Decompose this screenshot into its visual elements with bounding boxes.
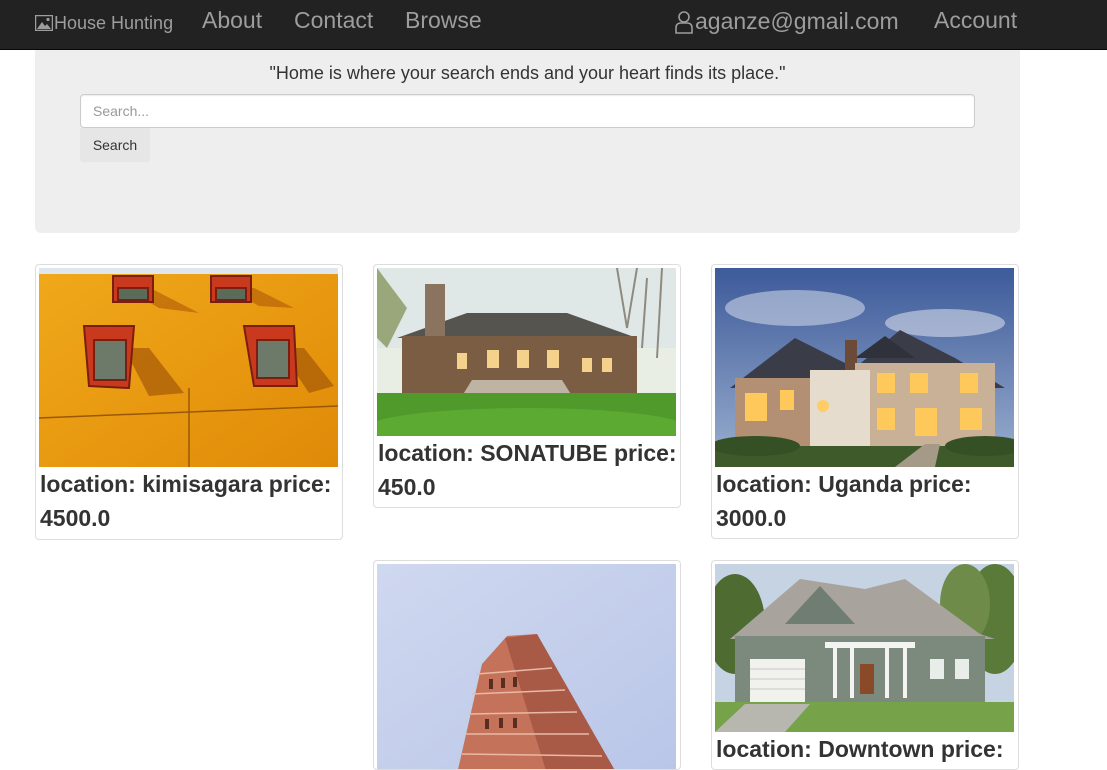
lit-mansion-dusk-photo: [715, 268, 1014, 467]
listing-card[interactable]: location: SONATUBE price: 450.0: [373, 264, 681, 508]
flatiron-building-photo: [377, 564, 676, 769]
listing-card[interactable]: location: Downtown price:: [711, 560, 1019, 770]
search-button[interactable]: Search: [80, 128, 150, 162]
listing-card[interactable]: location: Uganda price: 3000.0: [711, 264, 1019, 539]
listing-caption: location: kimisagara price: 4500.0: [40, 471, 332, 531]
hero-panel: "Home is where your search ends and your…: [35, 50, 1020, 233]
yellow-wall-windows-photo: [39, 268, 338, 467]
listing-caption: location: SONATUBE price: 450.0: [378, 440, 677, 500]
nav-about[interactable]: About: [202, 7, 262, 34]
nav-browse[interactable]: Browse: [405, 7, 482, 34]
navbar: House Hunting About Contact Browse aganz…: [0, 0, 1107, 50]
brand-link[interactable]: House Hunting: [35, 12, 173, 34]
brand-label: House Hunting: [54, 12, 174, 33]
listing-card[interactable]: location: kimisagara price: 4500.0: [35, 264, 343, 540]
green-suburban-house-photo: [715, 564, 1014, 732]
user-email: aganze@gmail.com: [695, 8, 899, 34]
user-icon: [675, 10, 693, 34]
picture-icon: [35, 15, 53, 31]
hero-quote: "Home is where your search ends and your…: [269, 63, 786, 83]
search-input[interactable]: [80, 94, 975, 128]
stone-cottage-photo: [377, 268, 676, 436]
nav-contact[interactable]: Contact: [294, 7, 373, 34]
nav-account[interactable]: Account: [934, 7, 1017, 34]
listing-caption: location: Downtown price:: [716, 736, 1004, 762]
listing-card[interactable]: [373, 560, 681, 770]
listing-caption: location: Uganda price: 3000.0: [716, 471, 972, 531]
user-email-link[interactable]: aganze@gmail.com: [674, 8, 899, 35]
